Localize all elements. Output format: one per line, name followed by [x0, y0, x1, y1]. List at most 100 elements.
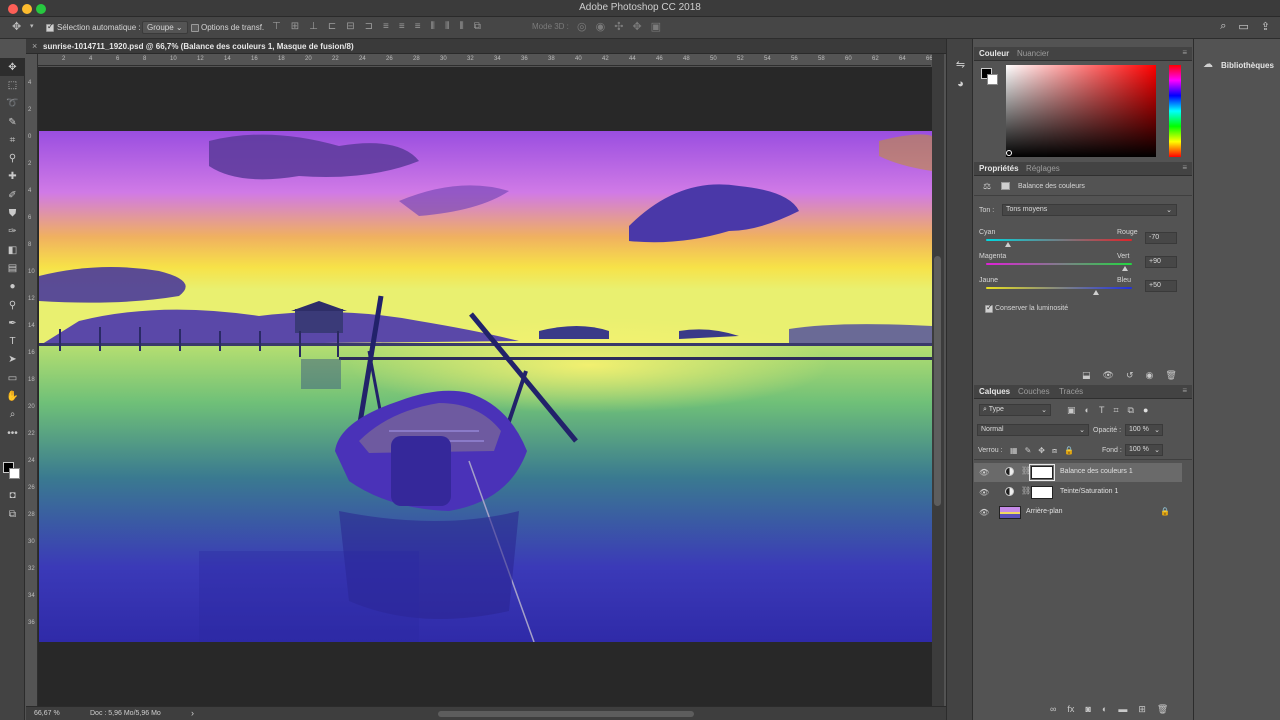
healing-brush-tool-icon[interactable]: ✚ — [0, 168, 25, 186]
blend-mode-dropdown[interactable]: Normal ⌄ — [977, 424, 1089, 436]
chain-icon[interactable]: ⛓ — [1021, 486, 1031, 495]
auto-select-dropdown[interactable]: Groupe ⌄ — [142, 21, 188, 34]
auto-select-checkbox[interactable] — [46, 22, 54, 32]
lock-all-icon[interactable]: 🔒 — [1064, 446, 1074, 456]
layer-filter-dropdown[interactable]: ⌕ Type ⌄ — [979, 404, 1051, 416]
share-icon[interactable]: ⇪ — [1261, 20, 1270, 33]
eraser-tool-icon[interactable]: ◧ — [0, 241, 25, 259]
move-tool-icon[interactable]: ✥ — [12, 20, 21, 33]
history-panel-icon[interactable]: ⇋ — [947, 54, 974, 74]
visibility-icon[interactable]: ◉ — [1146, 370, 1154, 381]
filter-adjustment-icon[interactable]: ◐ — [1085, 405, 1090, 416]
align-top-icon[interactable]: ⊤ — [272, 21, 281, 32]
close-document-icon[interactable]: × — [32, 41, 37, 51]
libraries-label[interactable]: Bibliothèques — [1221, 61, 1274, 70]
clone-stamp-tool-icon[interactable]: ⛊ — [0, 204, 25, 222]
brush-tool-icon[interactable]: ✐ — [0, 186, 25, 204]
color-balance-value-field[interactable]: -70 — [1145, 232, 1177, 244]
layer-row-arriere-plan[interactable]: 👁 Arrière-plan 🔒 — [974, 503, 1182, 522]
delete-layer-icon[interactable]: 🗑 — [1157, 704, 1168, 715]
document-tab[interactable]: × sunrise-1014711_1920.psd @ 66,7% (Bala… — [26, 39, 946, 54]
filter-smart-object-icon[interactable]: ⧉ — [1128, 405, 1134, 416]
tool-preset-chevron-icon[interactable]: ▾ — [30, 22, 34, 30]
layer-row-balance-couleurs[interactable]: 👁 ⛓ Balance des couleurs 1 — [974, 463, 1182, 482]
tone-dropdown[interactable]: Tons moyens ⌄ — [1002, 204, 1177, 216]
background-layer-thumbnail[interactable] — [999, 506, 1021, 519]
scale-3d-icon[interactable]: ▣ — [651, 20, 661, 33]
zoom-tool-icon[interactable]: ⌕ — [0, 406, 25, 424]
quick-select-tool-icon[interactable]: ✎ — [0, 113, 25, 131]
color-picker-cursor[interactable] — [1006, 150, 1012, 156]
add-mask-icon[interactable]: ◙ — [1085, 704, 1090, 715]
search-icon[interactable]: ⌕ — [1220, 20, 1226, 33]
pan-3d-icon[interactable]: ✣ — [614, 20, 623, 33]
distribute-top-icon[interactable]: ≡ — [383, 21, 389, 32]
distribute-hcenter-icon[interactable]: ⦀ — [445, 21, 449, 32]
panel-menu-icon[interactable]: ≡ — [1182, 386, 1187, 395]
tab-couleur[interactable]: Couleur — [979, 49, 1009, 58]
type-tool-icon[interactable]: T — [0, 332, 25, 350]
color-balance-value-field[interactable]: +90 — [1145, 256, 1177, 268]
tab-couches[interactable]: Couches — [1018, 387, 1050, 396]
blur-tool-icon[interactable]: ● — [0, 278, 25, 296]
filter-toggle-icon[interactable]: ● — [1143, 405, 1148, 416]
layer-mask-thumbnail[interactable] — [1031, 486, 1053, 499]
horizontal-scroll-thumb[interactable] — [438, 711, 694, 717]
view-previous-icon[interactable]: 👁 — [1103, 370, 1114, 381]
lock-transparency-icon[interactable]: ▦ — [1010, 446, 1018, 456]
marquee-tool-icon[interactable]: ⬚ — [0, 76, 25, 94]
opacity-field[interactable]: 100 % ⌄ — [1125, 424, 1163, 436]
move-tool-icon[interactable]: ✥ — [0, 58, 25, 77]
background-color-swatch[interactable] — [9, 468, 20, 479]
panel-menu-icon[interactable]: ≡ — [1182, 163, 1187, 172]
trash-icon[interactable]: 🗑 — [1165, 370, 1176, 381]
color-wheel-icon[interactable]: ◕ — [947, 74, 974, 94]
color-bg-swatch[interactable] — [987, 74, 998, 85]
tab-calques[interactable]: Calques — [979, 387, 1010, 396]
color-balance-slider-thumb[interactable] — [1092, 290, 1099, 295]
new-group-icon[interactable]: ▬ — [1118, 704, 1127, 715]
tab-traces[interactable]: Tracés — [1059, 387, 1083, 396]
distribute-left-icon[interactable]: ⦀ — [431, 21, 435, 32]
color-balance-slider-track[interactable] — [986, 263, 1132, 265]
eye-icon[interactable]: 👁 — [979, 508, 989, 517]
distribute-bottom-icon[interactable]: ≡ — [415, 21, 421, 32]
roll-3d-icon[interactable]: ◉ — [596, 20, 606, 33]
screen-mode-icon[interactable]: ⧉ — [0, 505, 25, 523]
path-select-tool-icon[interactable]: ➤ — [0, 351, 25, 369]
saturation-brightness-field[interactable] — [1006, 65, 1156, 157]
new-layer-icon[interactable]: ⊞ — [1138, 704, 1146, 715]
layer-row-teinte-saturation[interactable]: 👁 ⛓ Teinte/Saturation 1 — [974, 483, 1182, 502]
align-vcenter-icon[interactable]: ⊞ — [291, 21, 299, 32]
filter-type-icon[interactable]: T — [1099, 405, 1105, 416]
eye-icon[interactable]: 👁 — [979, 468, 989, 477]
lasso-tool-icon[interactable]: ➰ — [0, 95, 25, 113]
shape-tool-icon[interactable]: ▭ — [0, 369, 25, 387]
color-balance-slider-thumb[interactable] — [1004, 242, 1011, 247]
horizontal-ruler[interactable]: 2 4 6 8 10 12 14 16 18 20 22 24 26 28 30 32 34 36 38 40 42 44… — [38, 54, 933, 66]
align-right-icon[interactable]: ⊐ — [365, 21, 373, 32]
lock-pixels-icon[interactable]: ✎ — [1025, 446, 1032, 456]
layer-style-icon[interactable]: fx — [1067, 704, 1074, 715]
filter-shape-icon[interactable]: ⌗ — [1113, 405, 1118, 416]
lock-position-icon[interactable]: ✥ — [1038, 446, 1045, 456]
hand-tool-icon[interactable]: ✋ — [0, 387, 25, 405]
fill-field[interactable]: 100 % ⌄ — [1125, 444, 1163, 456]
zoom-level[interactable]: 66,67 % — [34, 710, 60, 717]
color-balance-slider-track[interactable] — [986, 239, 1132, 241]
align-bottom-icon[interactable]: ⊥ — [309, 21, 318, 32]
align-hcenter-icon[interactable]: ⊟ — [346, 21, 354, 32]
status-menu-arrow[interactable]: › — [191, 708, 194, 718]
eye-icon[interactable]: 👁 — [979, 488, 989, 497]
color-balance-slider-track[interactable] — [986, 287, 1132, 289]
preserve-luminosity-checkbox[interactable] — [985, 303, 993, 313]
pen-tool-icon[interactable]: ✒ — [0, 314, 25, 332]
align-left-icon[interactable]: ⊏ — [328, 21, 336, 32]
filter-pixel-icon[interactable]: ▣ — [1067, 405, 1076, 416]
slide-3d-icon[interactable]: ✥ — [632, 20, 641, 33]
new-adjustment-icon[interactable]: ◐ — [1102, 704, 1107, 715]
chain-icon[interactable]: ⛓ — [1021, 466, 1031, 475]
color-balance-value-field[interactable]: +50 — [1145, 280, 1177, 292]
reset-icon[interactable]: ↺ — [1126, 370, 1134, 381]
tab-proprietes[interactable]: Propriétés — [979, 164, 1019, 173]
